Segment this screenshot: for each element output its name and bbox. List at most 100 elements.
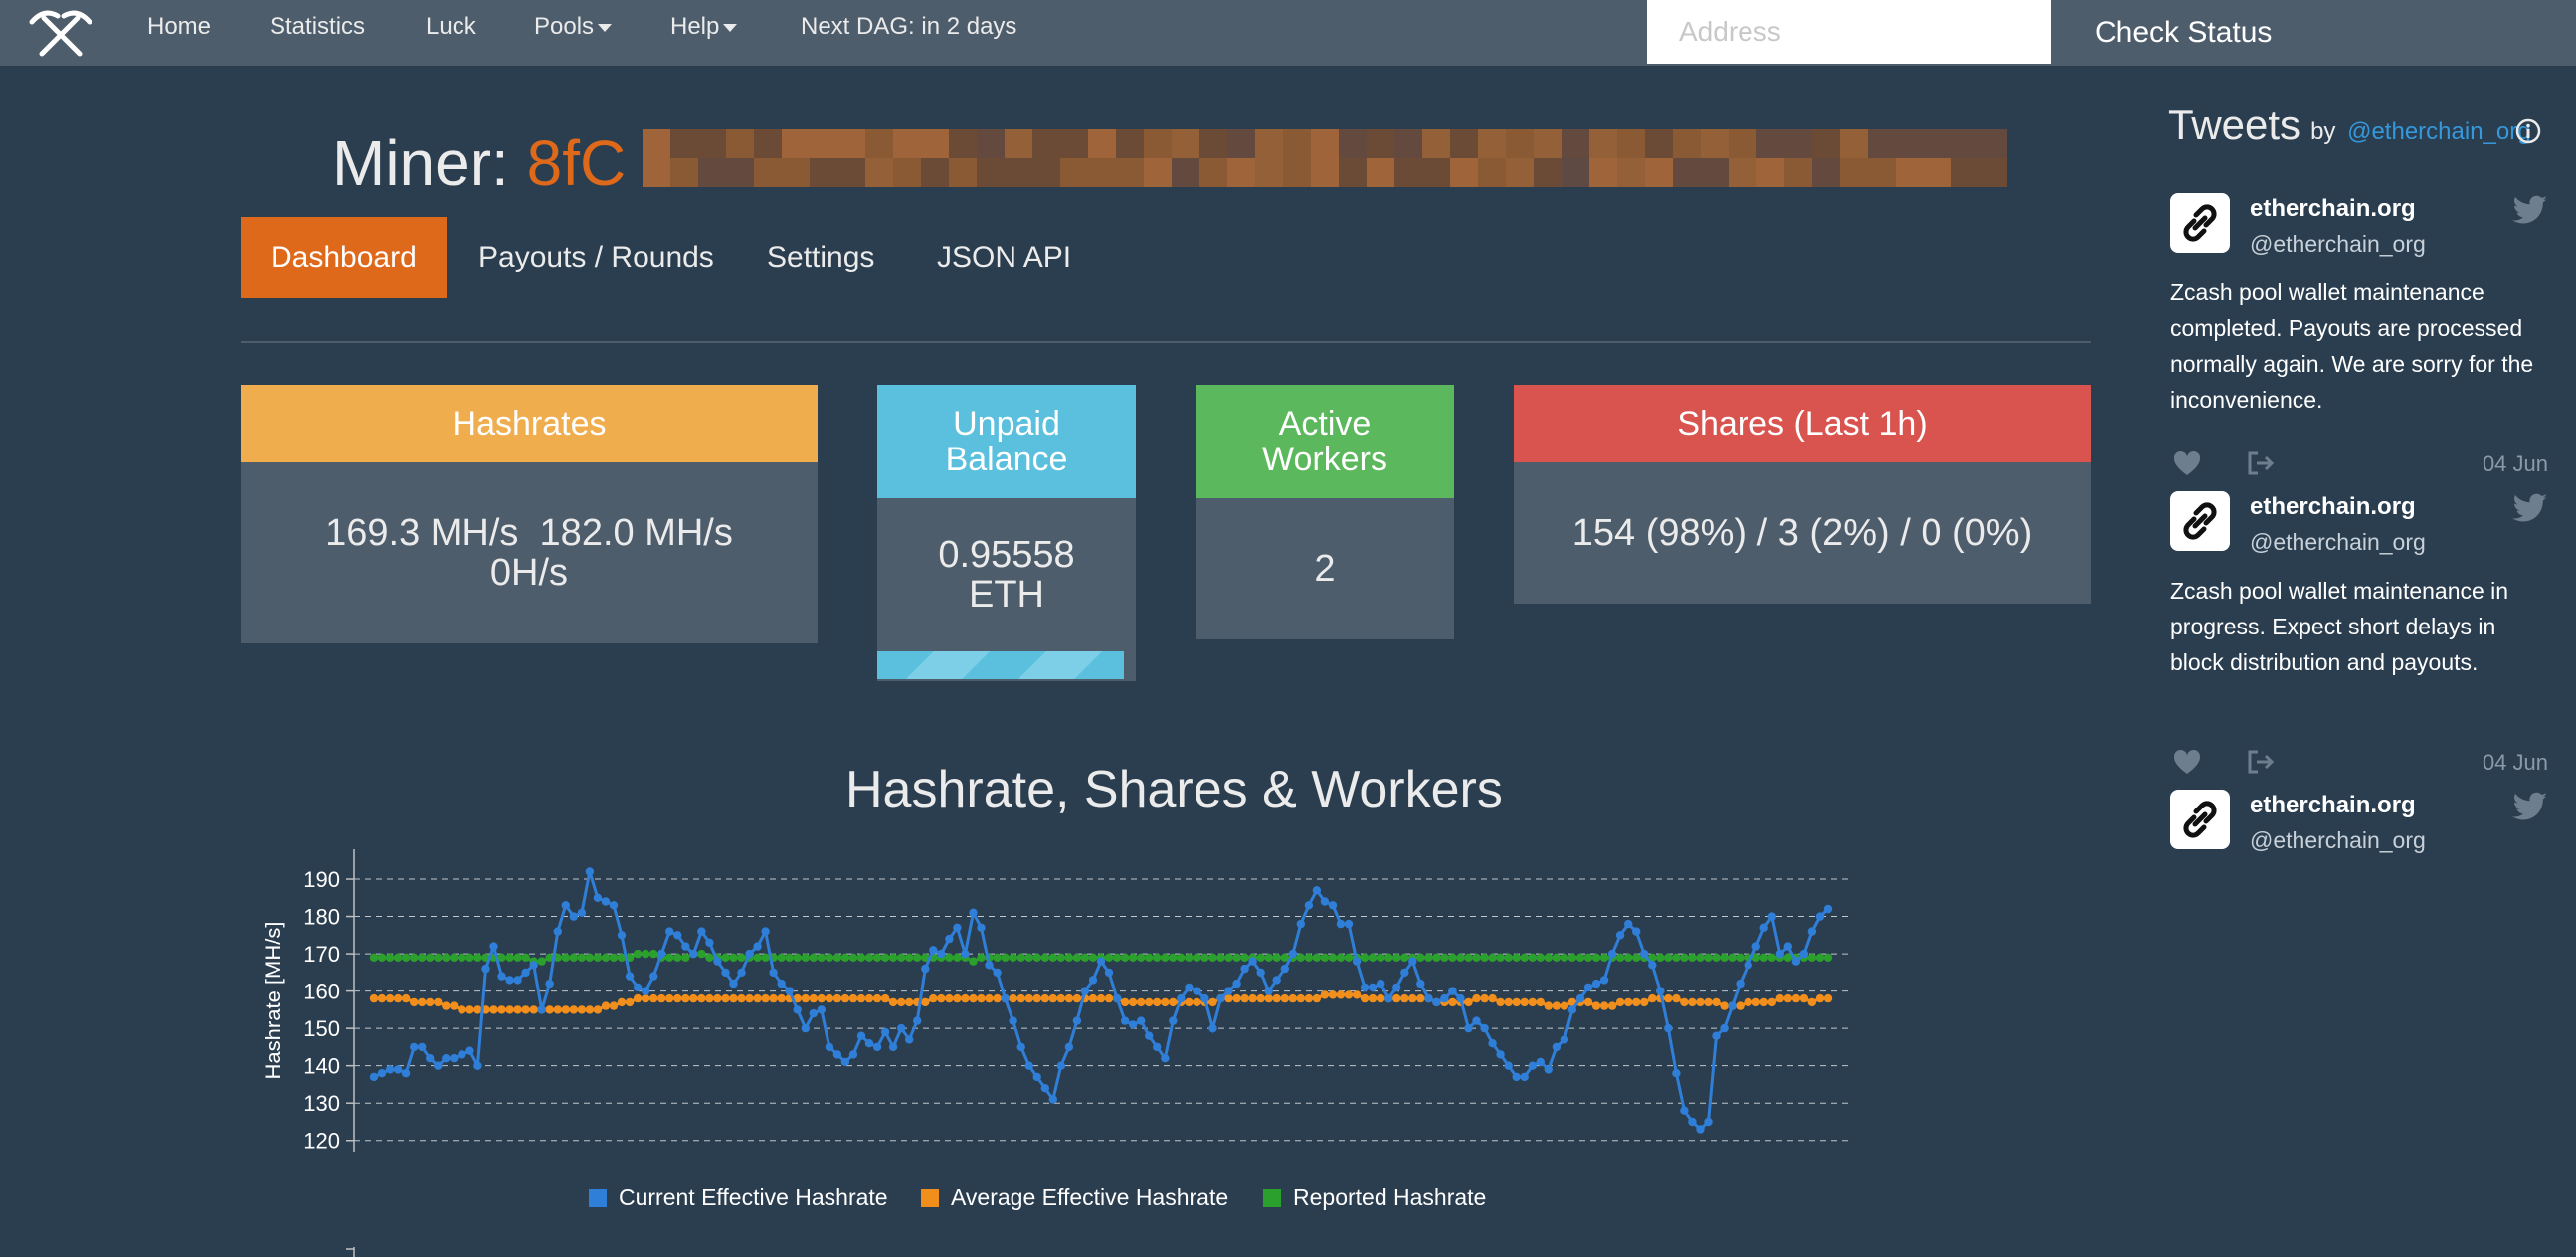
data-point [848, 953, 858, 962]
data-point [1432, 997, 1441, 1007]
nav-pools-dropdown[interactable]: Pools [534, 13, 613, 41]
data-point [1104, 993, 1114, 1003]
data-point [1440, 993, 1449, 1003]
heart-icon[interactable] [2172, 449, 2202, 477]
tweet-author-name[interactable]: etherchain.org [2250, 195, 2416, 223]
nav-statistics-link[interactable]: Statistics [270, 13, 365, 41]
data-point [753, 942, 762, 951]
data-point [609, 901, 619, 910]
data-point [1528, 1061, 1538, 1070]
address-input[interactable] [1647, 0, 2051, 64]
data-point [1288, 993, 1298, 1003]
data-point [1104, 953, 1114, 962]
data-point [1632, 997, 1641, 1007]
data-point [1200, 993, 1209, 1003]
twitter-bird-icon[interactable] [2512, 493, 2548, 523]
tweets-handle-link[interactable]: @etherchain_org [2347, 118, 2530, 145]
data-point [880, 1027, 890, 1037]
avatar[interactable] [2170, 193, 2230, 253]
data-point [1336, 953, 1346, 962]
tweet-author-name[interactable]: etherchain.org [2250, 792, 2416, 819]
legend-label: Reported Hashrate [1293, 1184, 1486, 1210]
crossed-pickaxes-icon[interactable] [26, 6, 95, 60]
data-point [832, 1050, 842, 1059]
twitter-bird-icon[interactable] [2512, 792, 2548, 821]
data-point [1224, 987, 1233, 995]
data-point [505, 953, 514, 962]
data-point [1360, 993, 1370, 1003]
nav-home-link[interactable]: Home [147, 13, 211, 41]
miner-address: 8fC [526, 127, 627, 199]
shares-value: 154 (98%) / 3 (2%) / 0 (0%) [1571, 512, 2033, 554]
nav-luck-link[interactable]: Luck [426, 13, 476, 41]
data-point [1040, 1084, 1049, 1093]
data-point [1464, 997, 1473, 1007]
data-point [1512, 997, 1521, 1007]
avatar[interactable] [2170, 790, 2230, 849]
heart-icon[interactable] [2172, 748, 2202, 776]
tab-dashboard[interactable]: Dashboard [241, 217, 447, 298]
data-point [697, 927, 706, 936]
tweet-date[interactable]: 04 Jun [2483, 451, 2548, 477]
data-point [657, 949, 666, 959]
data-point [1799, 993, 1809, 1003]
data-point [1688, 1117, 1697, 1127]
tweet-date[interactable]: 04 Jun [2483, 750, 2548, 776]
tweet-item[interactable]: etherchain.org @etherchain_org Zcash poo… [2168, 477, 2556, 776]
data-point [1240, 993, 1249, 1003]
data-point [1048, 1095, 1057, 1104]
data-point [785, 953, 794, 962]
tweet-item[interactable]: etherchain.org @etherchain_org [2168, 776, 2556, 875]
data-point [793, 1005, 802, 1014]
data-point [1208, 997, 1217, 1007]
nav-help-dropdown[interactable]: Help [670, 13, 738, 41]
active-workers-card-body: 2 [1196, 498, 1454, 639]
data-point [681, 942, 690, 951]
data-point [921, 997, 930, 1007]
data-point [1001, 953, 1010, 962]
data-point [1248, 993, 1257, 1003]
data-point [1528, 953, 1538, 962]
data-point [856, 953, 866, 962]
check-status-button[interactable]: Check Status [2051, 0, 2313, 66]
tweets-timeline[interactable]: etherchain.org @etherchain_org Zcash poo… [2168, 179, 2556, 875]
tweet-author-handle[interactable]: @etherchain_org [2250, 529, 2426, 556]
tweet-author-handle[interactable]: @etherchain_org [2250, 231, 2426, 258]
data-point [1424, 993, 1433, 1003]
info-icon[interactable] [2514, 117, 2542, 145]
avatar[interactable] [2170, 491, 2230, 551]
tab-json-api[interactable]: JSON API [937, 217, 1071, 298]
active-workers-card: Active Workers 2 [1196, 385, 1454, 639]
data-point [1296, 993, 1306, 1003]
data-point [1352, 990, 1362, 999]
unpaid-balance-card-body: 0.95558 ETH [877, 498, 1136, 651]
data-point [1807, 927, 1817, 936]
data-point [529, 961, 538, 970]
data-point [1615, 953, 1625, 962]
hashrates-values: 169.3 MH/s 182.0 MH/s [325, 512, 733, 554]
data-point [529, 1005, 538, 1014]
data-point [1767, 997, 1777, 1007]
data-point [777, 993, 786, 1003]
share-icon[interactable] [2246, 449, 2276, 477]
data-point [1392, 953, 1401, 962]
tweet-item[interactable]: etherchain.org @etherchain_org Zcash poo… [2168, 179, 2556, 477]
data-point [625, 972, 635, 981]
share-icon[interactable] [2246, 748, 2276, 776]
tab-settings[interactable]: Settings [767, 217, 874, 298]
tweet-author-name[interactable]: etherchain.org [2250, 493, 2416, 521]
data-point [1137, 1016, 1146, 1025]
data-point [1759, 997, 1768, 1007]
tweet-author-handle[interactable]: @etherchain_org [2250, 827, 2426, 854]
data-point [721, 968, 730, 978]
data-point [410, 997, 419, 1007]
top-navbar: Home Statistics Luck Pools Help Next DAG… [0, 0, 2576, 66]
data-point [1040, 953, 1049, 962]
twitter-bird-icon[interactable] [2512, 195, 2548, 225]
data-point [1591, 953, 1601, 962]
data-point [1480, 953, 1489, 962]
data-point [633, 949, 643, 959]
active-workers-card-header: Active Workers [1196, 385, 1454, 498]
tab-payouts-rounds[interactable]: Payouts / Rounds [478, 217, 714, 298]
data-point [1504, 1061, 1513, 1070]
